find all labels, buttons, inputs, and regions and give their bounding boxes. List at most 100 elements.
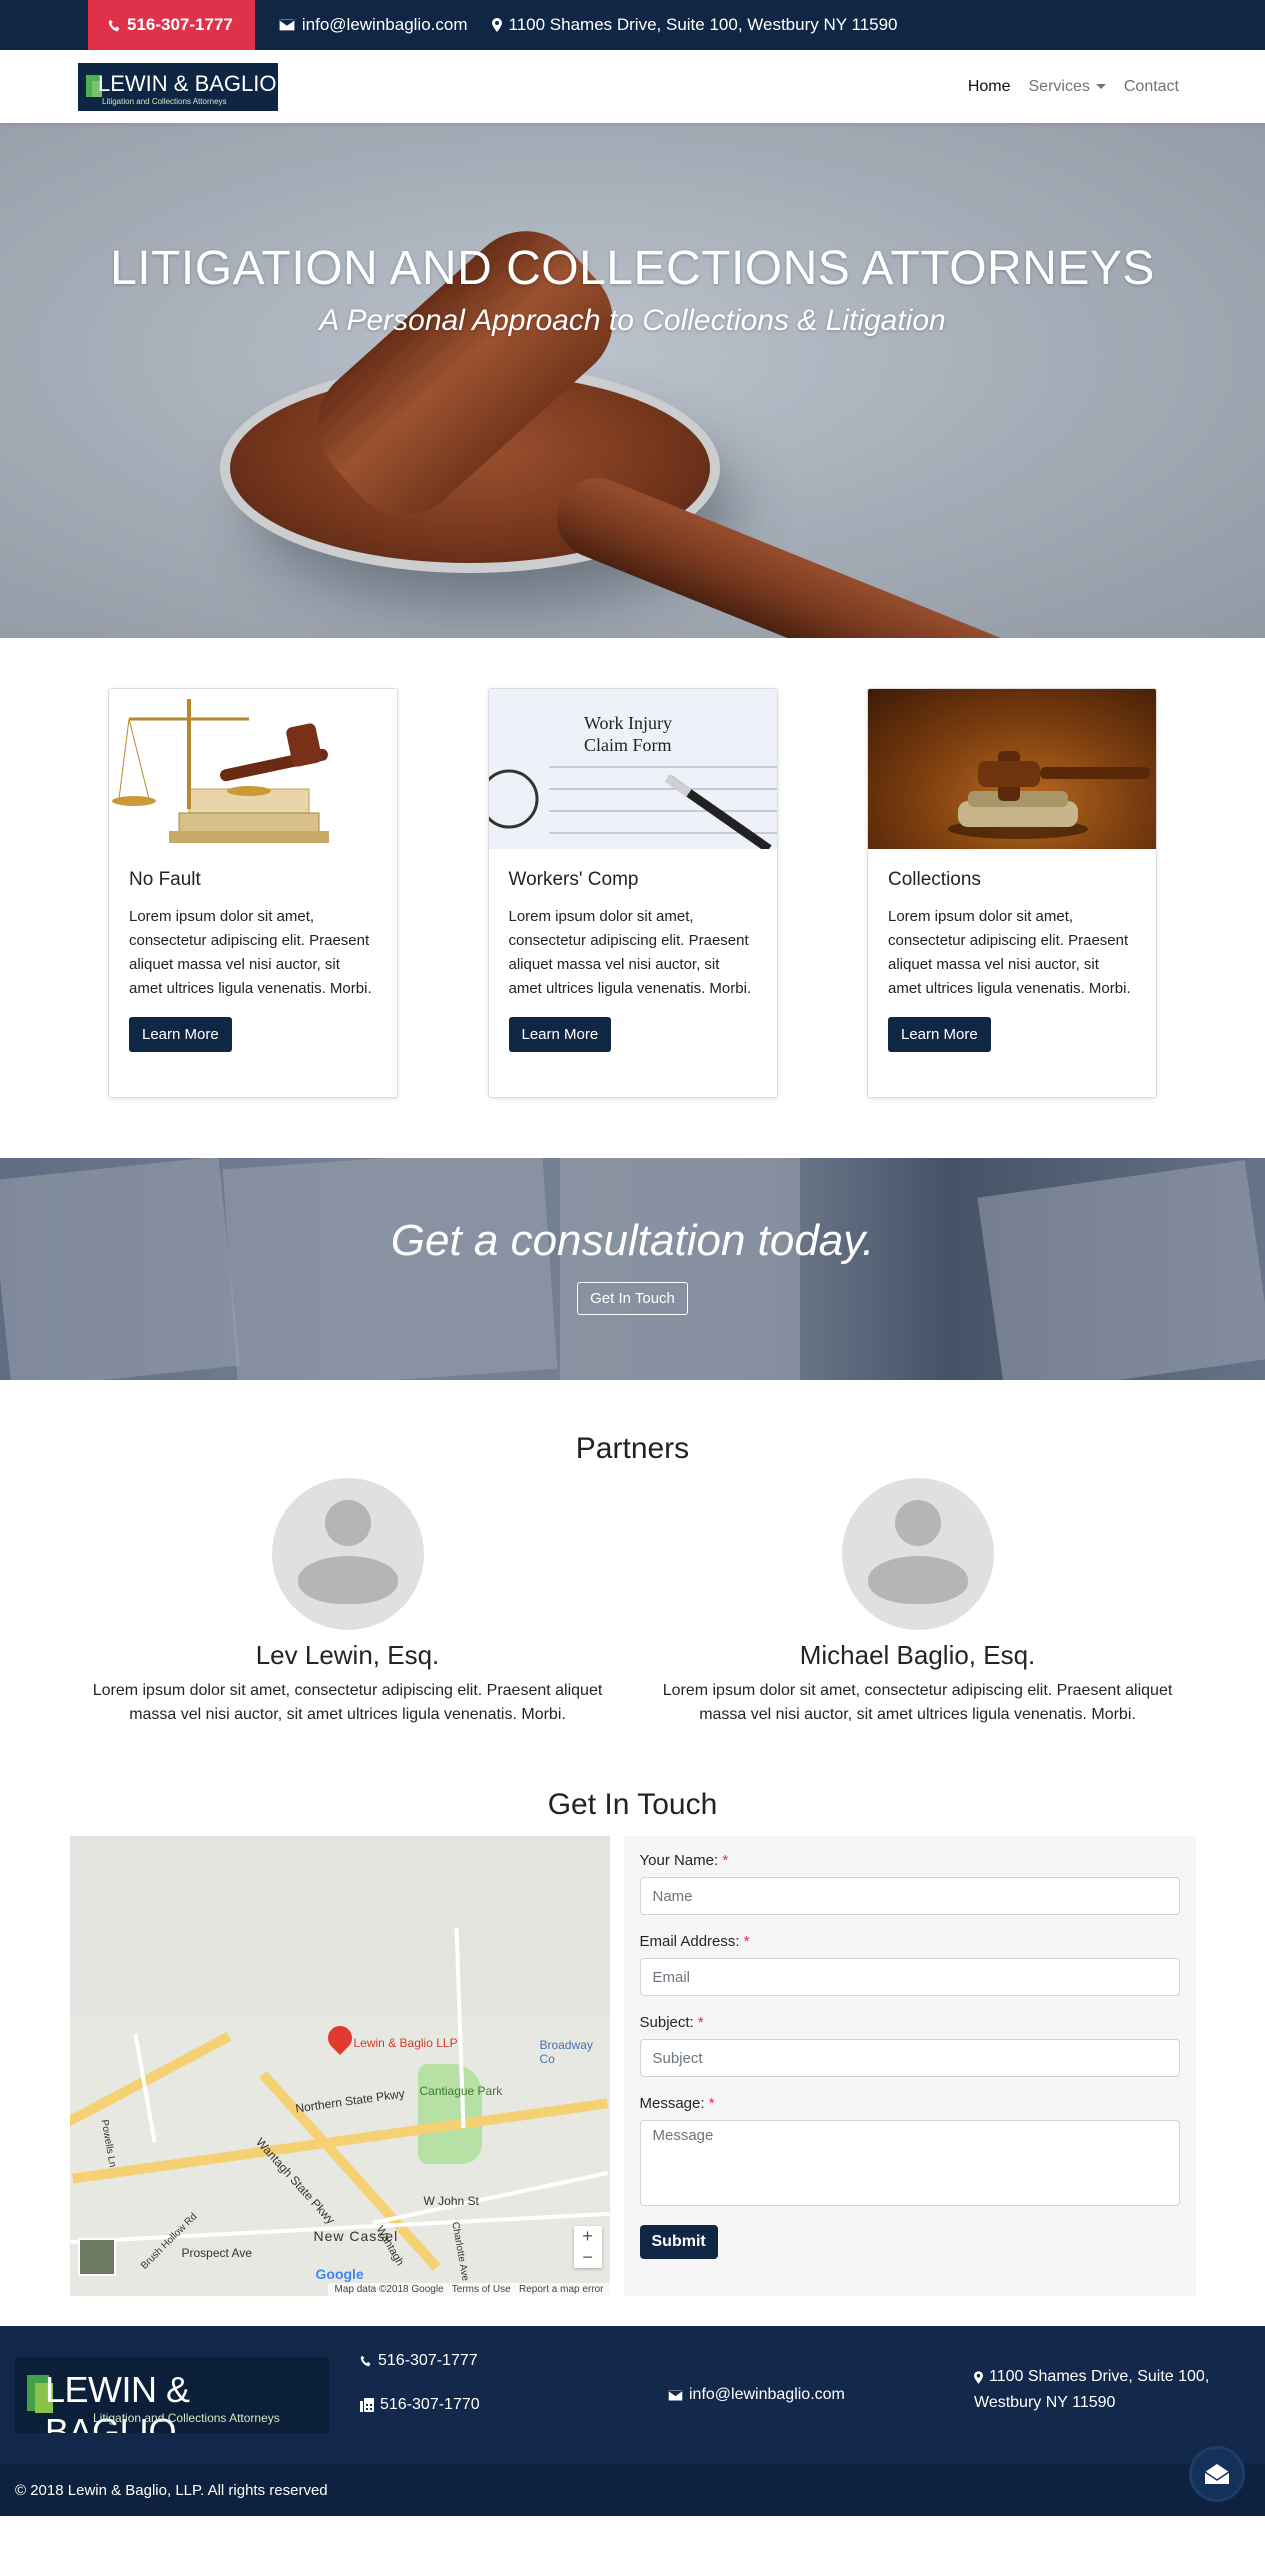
footer-email-link[interactable]: info@lewinbaglio.com — [668, 2386, 845, 2404]
learn-more-button[interactable]: Learn More — [508, 1017, 612, 1052]
partner-name: Michael Baglio, Esq. — [799, 1640, 1036, 1670]
name-label: Your Name: * — [640, 1852, 1180, 1869]
service-card-text: Lorem ipsum dolor sit amet, consectetur … — [129, 908, 372, 997]
avatar-head — [324, 1500, 371, 1546]
topbar-phone-link[interactable]: 516-307-1777 — [88, 0, 255, 50]
map-pin-icon[interactable] — [322, 2021, 357, 2055]
footer-phones: 516-307-1777 516-307-1770 — [360, 2352, 480, 2414]
footer-email-text: info@lewinbaglio.com — [689, 2386, 845, 2403]
claim-form-image: Work Injury Claim Form — [488, 689, 777, 849]
required-mark: * — [722, 1852, 729, 1869]
partner-bio: Lorem ipsum dolor sit amet, consectetur … — [92, 1682, 603, 1723]
partner-bio: Lorem ipsum dolor sit amet, consectetur … — [662, 1682, 1173, 1723]
learn-more-button[interactable]: Learn More — [129, 1017, 232, 1052]
topbar-email-link[interactable]: info@lewinbaglio.com — [278, 15, 468, 35]
submit-button[interactable]: Submit — [639, 2225, 718, 2259]
email-label: Email Address: * — [640, 1933, 1180, 1950]
chat-widget-button[interactable] — [1189, 2446, 1245, 2502]
footer-logo[interactable]: LEWIN & BAGLIO Litigation and Collection… — [15, 2357, 329, 2433]
nav-contact[interactable]: Contact — [1124, 78, 1179, 96]
service-card-title: No Fault — [129, 869, 201, 890]
get-in-touch-button[interactable]: Get In Touch — [577, 1282, 688, 1315]
map-marker-icon — [491, 18, 502, 32]
topbar-address: 1100 Shames Drive, Suite 100, Westbury N… — [491, 15, 898, 35]
footer-fax-text: 516-307-1770 — [380, 2396, 480, 2413]
logo-tagline: Litigation and Collections Attorneys — [102, 96, 227, 106]
envelope-open-icon — [1204, 2464, 1230, 2484]
message-label: Message: * — [640, 2095, 1180, 2112]
service-card-collections: Collections Lorem ipsum dolor sit amet, … — [867, 688, 1157, 1098]
contact-title: Get In Touch — [547, 1788, 718, 1821]
zoom-in-icon[interactable]: + — [574, 2226, 602, 2247]
email-label-text: Email Address: — [639, 1933, 740, 1950]
footer-address-line2: Westbury NY 11590 — [974, 2394, 1116, 2411]
copyright-text: © 2018 Lewin & Baglio, LLP. All rights r… — [15, 2481, 328, 2499]
partners-section: Partners Lev Lewin, Esq. Lorem ipsum dol… — [0, 1380, 1265, 1788]
hero-overlay — [0, 123, 1265, 638]
fax-icon — [360, 2398, 374, 2412]
map-label: Northern State Pkwy — [294, 2086, 405, 2116]
hero-subtitle: A Personal Approach to Collections & Lit… — [319, 304, 946, 337]
email-input[interactable] — [639, 1958, 1180, 1996]
contact-row: Lewin & Baglio LLP Northern State Pkwy C… — [0, 1836, 1265, 2296]
message-label-text: Message: — [639, 2095, 705, 2112]
map-satellite-toggle[interactable] — [77, 2238, 116, 2276]
map-footer: Map data ©2018 Google Terms of Use Repor… — [328, 2283, 610, 2296]
map-label: Cantiague Park — [419, 2084, 503, 2098]
main-navbar: LEWIN & BAGLIO Litigation and Collection… — [0, 50, 1265, 123]
map-marker-icon — [974, 2370, 983, 2384]
service-card-title: Workers' Comp — [508, 869, 639, 890]
contact-section: Get In Touch Lewin & Baglio LLP Northern… — [0, 1788, 1265, 2326]
map-label: Prospect Ave — [181, 2246, 253, 2260]
hero-banner: LITIGATION AND COLLECTIONS ATTORNEYS A P… — [0, 123, 1265, 638]
chevron-down-icon — [1095, 83, 1106, 89]
message-textarea[interactable] — [639, 2120, 1180, 2206]
map-unloaded-area — [69, 1836, 610, 2016]
copyright-bar: © 2018 Lewin & Baglio, LLP. All rights r… — [0, 2446, 1265, 2516]
services-cards: No Fault Lorem ipsum dolor sit amet, con… — [0, 638, 1265, 1158]
map-pin-label: Lewin & Baglio LLP — [353, 2036, 458, 2050]
gavel-money-illustration — [948, 751, 1150, 839]
service-card-title: Collections — [888, 869, 981, 890]
learn-more-button[interactable]: Learn More — [888, 1017, 991, 1052]
envelope-icon — [668, 2389, 683, 2401]
form-heading-line1: Work Injury — [584, 713, 672, 733]
service-card-workers-comp: Work Injury Claim Form Workers' Comp Lor… — [487, 688, 778, 1098]
map-report-link[interactable]: Report a map error — [519, 2284, 603, 2295]
footer-phone-text: 516-307-1777 — [378, 2352, 478, 2369]
map-terms-link[interactable]: Terms of Use — [452, 2284, 511, 2295]
top-contact-bar: 516-307-1777 info@lewinbaglio.com 1100 S… — [0, 0, 1265, 50]
avatar — [841, 1478, 994, 1630]
name-label-text: Your Name: — [639, 1852, 719, 1869]
nav-services-label: Services — [1028, 77, 1090, 95]
nav-services-dropdown[interactable]: Services — [1029, 78, 1106, 96]
nav-home[interactable]: Home — [968, 78, 1011, 96]
scales-of-justice-image — [109, 689, 397, 849]
nav-links: Home Services Contact — [968, 78, 1179, 96]
map-label: Charlotte Ave — [448, 2221, 471, 2282]
phone-icon — [108, 19, 120, 31]
partners-row: Lev Lewin, Esq. Lorem ipsum dolor sit am… — [0, 1478, 1265, 1727]
service-card-text: Lorem ipsum dolor sit amet, consectetur … — [888, 908, 1131, 997]
envelope-icon — [278, 19, 295, 31]
contact-form: Your Name: * Email Address: * Subject: *… — [623, 1836, 1196, 2296]
name-input[interactable] — [639, 1877, 1180, 1915]
map-label: Brush Hollow Rd — [138, 2211, 199, 2272]
form-heading-line2: Claim Form — [584, 735, 672, 755]
consultation-banner: Get a consultation today. Get In Touch — [0, 1158, 1265, 1380]
footer-phone-link[interactable]: 516-307-1777 — [360, 2352, 480, 2370]
map-zoom-control: + − — [573, 2226, 602, 2268]
partner-name: Lev Lewin, Esq. — [255, 1640, 440, 1670]
partners-title: Partners — [575, 1432, 690, 1465]
footer-address: 1100 Shames Drive, Suite 100, Westbury N… — [974, 2364, 1209, 2416]
avatar-head — [894, 1500, 941, 1546]
google-map[interactable]: Lewin & Baglio LLP Northern State Pkwy C… — [69, 1836, 610, 2296]
map-park — [417, 2064, 482, 2164]
subject-label-text: Subject: — [639, 2014, 694, 2031]
topbar-email-text: info@lewinbaglio.com — [301, 15, 468, 34]
logo-tagline: Litigation and Collections Attorneys — [93, 2411, 280, 2425]
google-logo: Google — [315, 2266, 364, 2282]
subject-input[interactable] — [639, 2039, 1180, 2077]
site-logo[interactable]: LEWIN & BAGLIO Litigation and Collection… — [78, 62, 278, 111]
zoom-out-icon[interactable]: − — [574, 2247, 602, 2268]
